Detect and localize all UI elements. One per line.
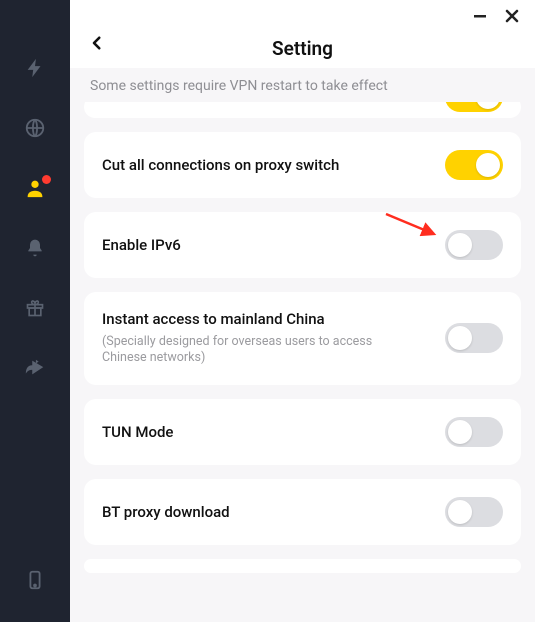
devices-icon xyxy=(24,569,46,595)
toggle-knob-icon xyxy=(448,326,472,350)
settings-notice: Some settings require VPN restart to tak… xyxy=(70,68,535,102)
minimize-button[interactable] xyxy=(471,7,489,25)
setting-row-top-peek xyxy=(84,102,521,118)
toggle-knob-icon xyxy=(476,153,500,177)
setting-row-bt: BT proxy download xyxy=(84,479,521,545)
sidebar-item-bolt[interactable] xyxy=(23,58,47,82)
sidebar-item-globe[interactable] xyxy=(23,118,47,142)
sidebar-item-user[interactable] xyxy=(23,178,47,202)
setting-row-tun: TUN Mode xyxy=(84,399,521,465)
back-button[interactable] xyxy=(88,34,106,56)
page-title: Setting xyxy=(272,37,333,60)
setting-label: Instant access to mainland China xyxy=(102,310,429,328)
title-bar xyxy=(70,0,535,28)
app-root: Setting Some settings require VPN restar… xyxy=(0,0,535,622)
setting-toggle-cn-access[interactable] xyxy=(445,323,503,353)
bolt-icon xyxy=(24,57,46,83)
toggle-knob-icon xyxy=(476,102,500,109)
settings-list: Cut all connections on proxy switch Enab… xyxy=(70,102,535,622)
main-pane: Setting Some settings require VPN restar… xyxy=(70,0,535,622)
setting-toggle-peek[interactable] xyxy=(445,102,503,112)
setting-toggle-ipv6[interactable] xyxy=(445,230,503,260)
setting-toggle-tun[interactable] xyxy=(445,417,503,447)
sidebar-item-bell[interactable] xyxy=(23,238,47,262)
setting-toggle-bt[interactable] xyxy=(445,497,503,527)
setting-label: TUN Mode xyxy=(102,423,429,441)
gift-icon xyxy=(25,298,45,322)
setting-sublabel: (Specially designed for overseas users t… xyxy=(102,334,412,367)
globe-icon xyxy=(24,117,46,143)
setting-row-ipv6: Enable IPv6 xyxy=(84,212,521,278)
chevron-left-icon xyxy=(88,37,106,56)
toggle-knob-icon xyxy=(448,420,472,444)
sidebar-item-share[interactable] xyxy=(23,358,47,382)
close-icon xyxy=(504,8,520,24)
setting-row-cn-access: Instant access to mainland China (Specia… xyxy=(84,292,521,385)
notification-dot-icon xyxy=(42,175,51,184)
setting-row-bottom-peek xyxy=(84,559,521,573)
sidebar xyxy=(0,0,70,622)
sidebar-item-devices[interactable] xyxy=(23,570,47,594)
bell-icon xyxy=(25,238,45,262)
minimize-icon xyxy=(472,8,488,24)
setting-label: BT proxy download xyxy=(102,503,429,521)
close-button[interactable] xyxy=(503,7,521,25)
toggle-knob-icon xyxy=(448,500,472,524)
setting-label: Enable IPv6 xyxy=(102,236,429,254)
setting-row-cut-connections: Cut all connections on proxy switch xyxy=(84,132,521,198)
sidebar-item-gift[interactable] xyxy=(23,298,47,322)
page-header: Setting xyxy=(70,28,535,68)
setting-toggle-cut-connections[interactable] xyxy=(445,150,503,180)
setting-label: Cut all connections on proxy switch xyxy=(102,156,429,174)
share-icon xyxy=(24,357,46,383)
toggle-knob-icon xyxy=(448,233,472,257)
